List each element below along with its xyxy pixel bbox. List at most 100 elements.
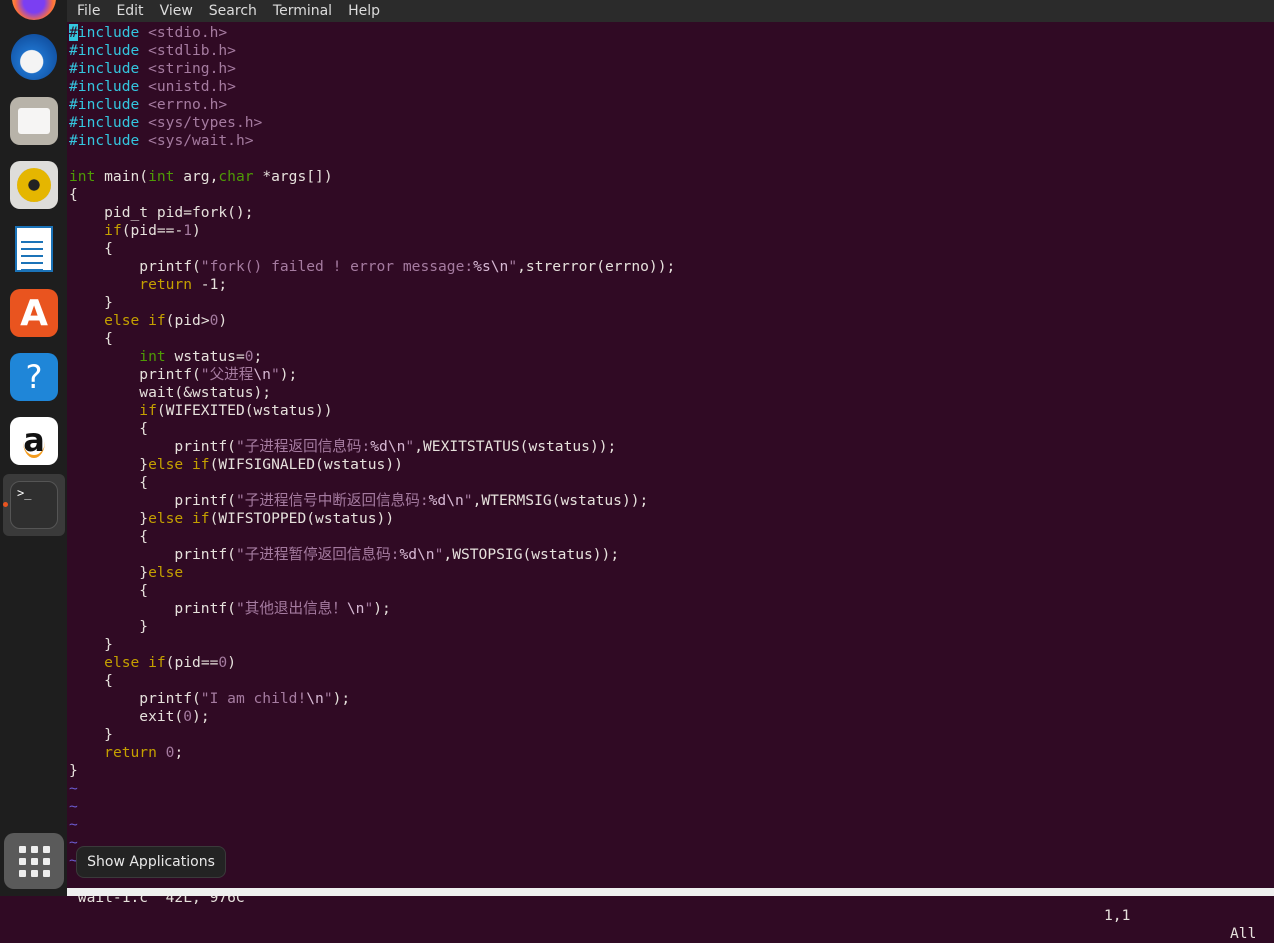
code-token: { <box>69 186 78 203</box>
code-line: if(WIFEXITED(wstatus)) <box>69 402 1274 420</box>
menu-search[interactable]: Search <box>201 3 265 19</box>
code-token: 0 <box>218 654 228 671</box>
code-token: } <box>69 726 113 743</box>
dock-firefox[interactable] <box>10 0 58 22</box>
dock-thunderbird[interactable] <box>10 33 58 81</box>
code-token: %d\n <box>370 438 406 455</box>
code-token: "子进程返回信息码: <box>235 438 371 455</box>
code-token: else if <box>148 456 210 473</box>
menu-help[interactable]: Help <box>340 3 388 19</box>
code-token: #include <box>69 96 140 113</box>
code-token: { <box>69 330 113 347</box>
dock-terminal[interactable]: >_ <box>10 481 58 529</box>
code-token: { <box>69 528 149 545</box>
dock-ubuntu-software[interactable]: A <box>10 289 58 337</box>
dock-amazon[interactable]: a <box>10 417 58 465</box>
code-token: wait(&wstatus); <box>69 384 272 401</box>
code-token: #include <box>69 114 140 131</box>
code-token: " <box>323 690 333 707</box>
code-token: " <box>508 258 518 275</box>
code-token: } <box>69 456 149 473</box>
code-token: } <box>69 762 78 779</box>
dock-files[interactable] <box>10 97 58 145</box>
menu-edit[interactable]: Edit <box>108 3 151 19</box>
code-token: char <box>218 168 254 185</box>
code-token: -1; <box>192 276 228 293</box>
empty-line-tilde: ~ <box>69 816 1274 834</box>
menu-view[interactable]: View <box>152 3 201 19</box>
code-token: return <box>104 744 157 761</box>
code-token: ,WEXITSTATUS(wstatus)); <box>414 438 617 455</box>
code-token: exit( <box>69 708 184 725</box>
empty-line-tilde: ~ <box>69 798 1274 816</box>
code-line: } <box>69 636 1274 654</box>
folder-icon <box>18 108 50 134</box>
code-line: }else if(WIFSIGNALED(wstatus)) <box>69 456 1274 474</box>
code-line: } <box>69 618 1274 636</box>
code-token: { <box>69 474 149 491</box>
dock: A ? a >_ <box>0 0 67 896</box>
code-line: #include <errno.h> <box>69 96 1274 114</box>
code-token: int <box>148 168 175 185</box>
code-line: { <box>69 186 1274 204</box>
menu-file[interactable]: File <box>69 3 108 19</box>
code-token: ); <box>373 600 391 617</box>
code-token: else if <box>104 312 166 329</box>
code-token: } <box>69 618 149 635</box>
empty-line-tilde: ~ <box>69 780 1274 798</box>
code-token: "其他退出信息！ <box>235 600 347 617</box>
vim-editor[interactable]: #include <stdio.h> #include <stdlib.h> #in… <box>69 24 1274 870</box>
code-line: printf("子进程信号中断返回信息码:%d\n",WTERMSIG(wsta… <box>69 492 1274 510</box>
code-token: ,WTERMSIG(wstatus)); <box>472 492 649 509</box>
cursor: # <box>69 24 78 41</box>
code-line: { <box>69 582 1274 600</box>
code-token: "子进程信号中断返回信息码: <box>235 492 429 509</box>
cursor-position: 1,1 <box>1104 907 1131 924</box>
code-line: #include <stdio.h> <box>69 24 1274 42</box>
code-line: { <box>69 672 1274 690</box>
code-line: printf("I am child!\n"); <box>69 690 1274 708</box>
code-token: #include <box>69 78 140 95</box>
code-token: include <box>77 24 140 41</box>
dock-rhythmbox[interactable] <box>10 161 58 209</box>
code-token: " <box>463 492 473 509</box>
code-token: else <box>148 564 184 581</box>
show-applications-button[interactable] <box>4 833 64 889</box>
thunderbird-mail-icon <box>11 34 57 80</box>
code-token: printf( <box>69 258 201 275</box>
code-token: *args[]) <box>253 168 333 185</box>
empty-line-tilde: ~ <box>69 852 1274 870</box>
code-token: { <box>69 420 149 437</box>
code-token: pid_t pid=fork(); <box>69 204 254 221</box>
code-token: printf( <box>69 438 236 455</box>
code-line: printf("其他退出信息！\n"); <box>69 600 1274 618</box>
amazon-icon: a <box>23 420 45 459</box>
code-token: <sys/wait.h> <box>148 132 254 149</box>
speaker-icon <box>17 168 51 202</box>
code-line: } <box>69 726 1274 744</box>
vim-status-line: "wait-1.c" 42L, 976C 1,1 All <box>69 871 1274 942</box>
code-line: printf("fork() failed ! error message:%s… <box>69 258 1274 276</box>
code-line: #include <unistd.h> <box>69 78 1274 96</box>
code-token: %d\n <box>399 546 435 563</box>
code-token: <stdio.h> <box>148 24 228 41</box>
code-token: #include <box>69 60 140 77</box>
dock-help[interactable]: ? <box>10 353 58 401</box>
menu-terminal[interactable]: Terminal <box>265 3 340 19</box>
dock-libreoffice-writer[interactable] <box>10 225 58 273</box>
code-token: if <box>139 402 157 419</box>
code-token: #include <box>69 132 140 149</box>
firefox-icon <box>12 0 56 20</box>
code-token: "fork() failed ! error message: <box>200 258 474 275</box>
code-token: \n <box>253 366 271 383</box>
code-token: } <box>69 510 149 527</box>
code-token: " <box>270 366 280 383</box>
